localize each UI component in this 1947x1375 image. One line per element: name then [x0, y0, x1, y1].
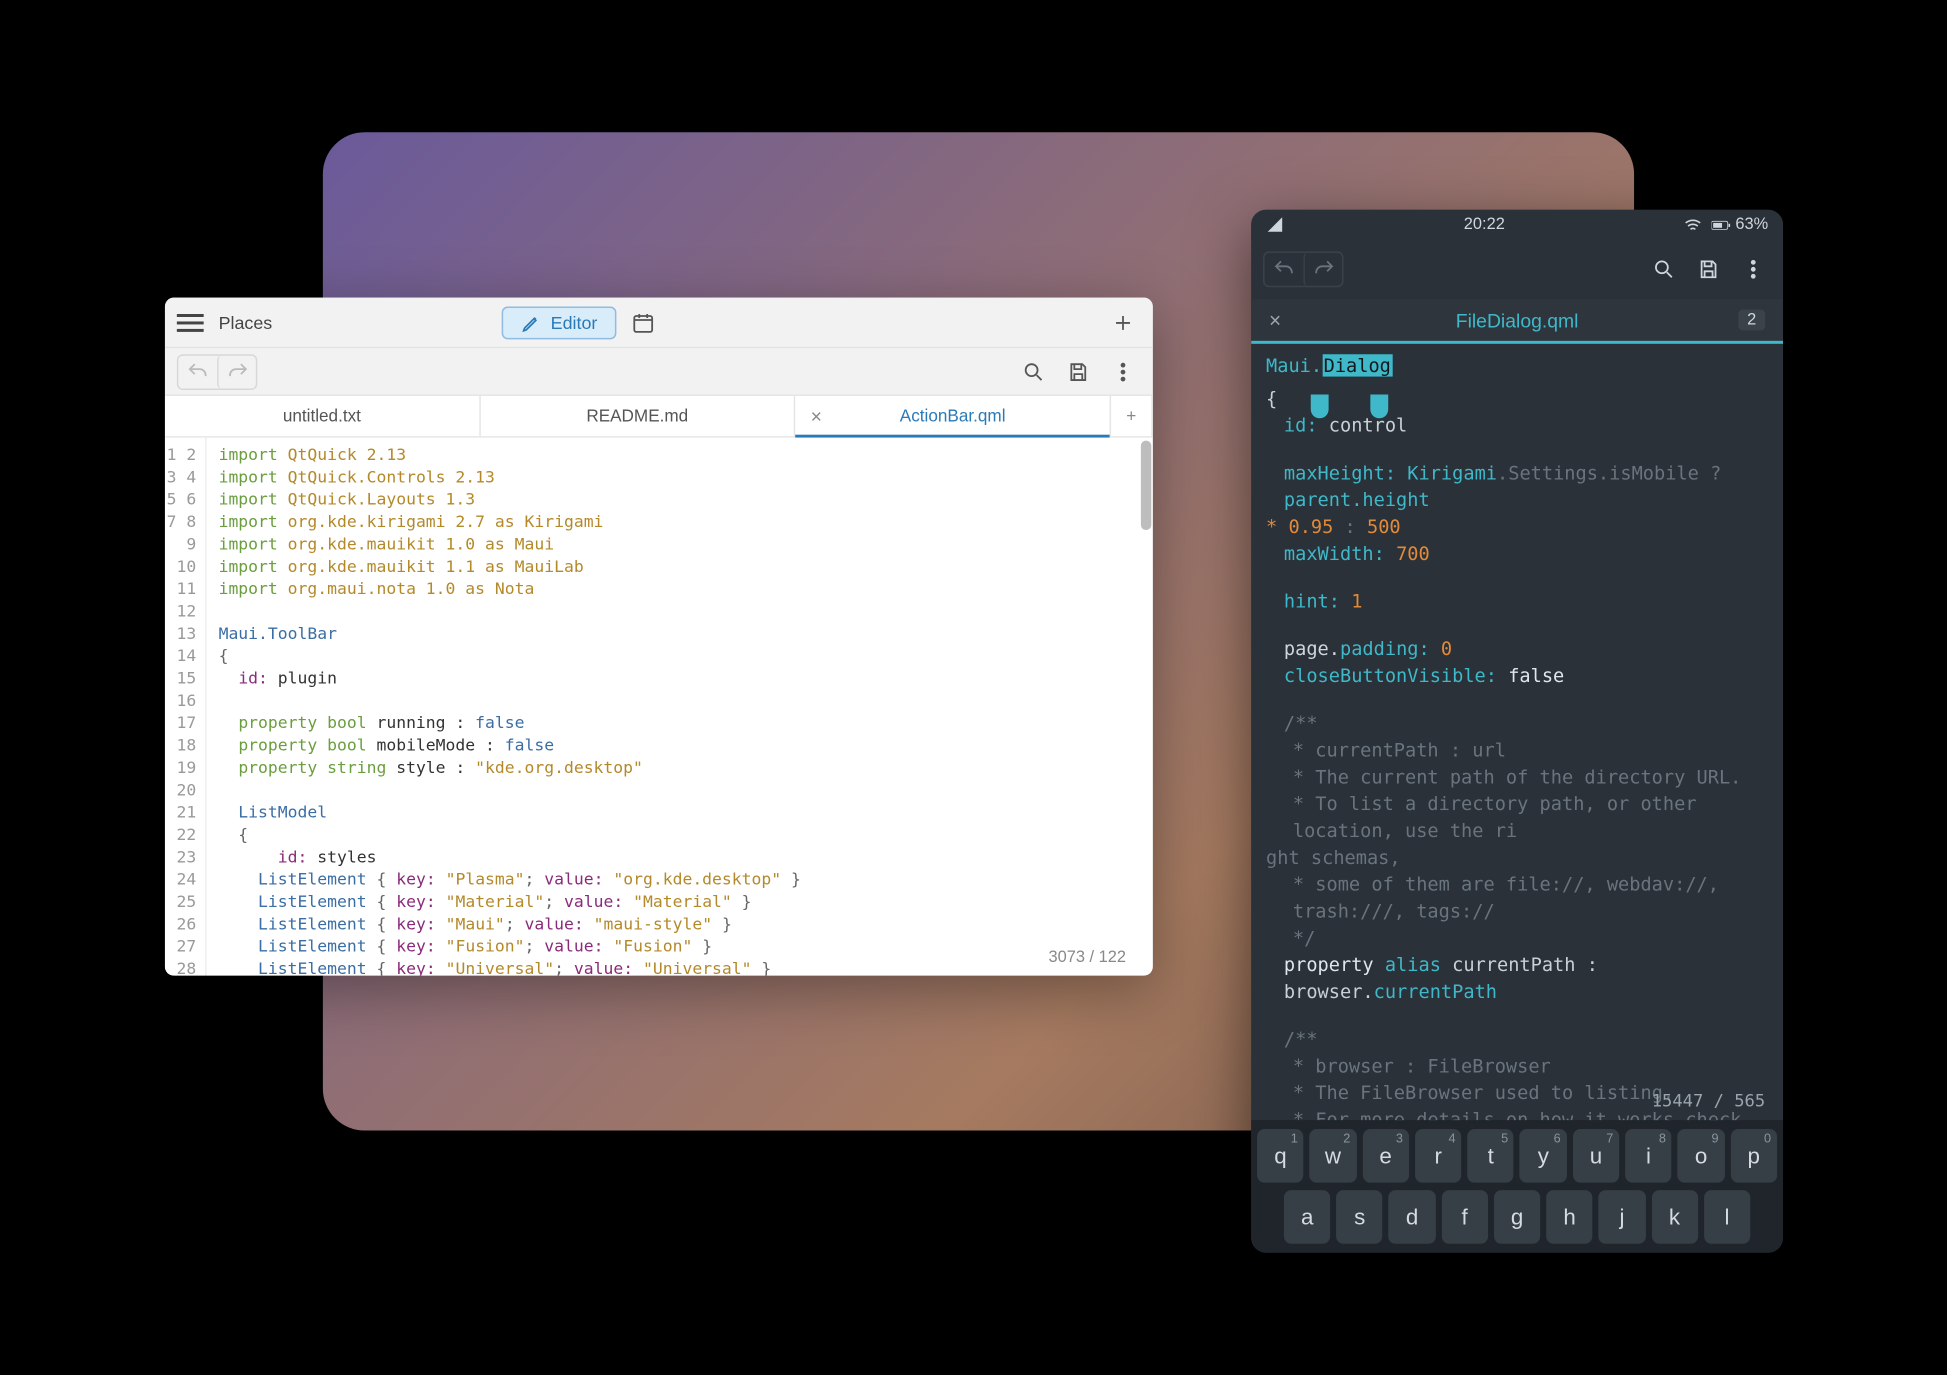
undo-redo-group: [1263, 251, 1343, 287]
tab-readme[interactable]: README.md: [480, 395, 795, 435]
status-bar: 20:22 63%: [1251, 209, 1783, 239]
virtual-keyboard: 1q2w3e4r5t6y7u8i9o0p asdfghjkl: [1251, 1120, 1783, 1253]
tabs-row: untitled.txt README.md × ActionBar.qml +: [164, 395, 1152, 437]
editor-mode-button[interactable]: Editor: [501, 305, 616, 338]
close-tab-icon[interactable]: ×: [810, 404, 821, 426]
editor-mode-label: Editor: [550, 311, 597, 332]
cursor-position: 3073 / 122: [1048, 948, 1125, 966]
undo-redo-group: [176, 353, 256, 389]
key-k[interactable]: k: [1651, 1190, 1698, 1244]
mobile-code-editor[interactable]: Maui.Dialog { id: control maxHeight: Kir…: [1251, 343, 1783, 1119]
pencil-icon: [520, 311, 541, 332]
selection-handle-right[interactable]: [1370, 394, 1388, 418]
key-d[interactable]: d: [1388, 1190, 1435, 1244]
header-bar: Places Editor: [164, 297, 1152, 348]
tab-title: FileDialog.qml: [1455, 308, 1578, 330]
code-content[interactable]: import QtQuick 2.13 import QtQuick.Contr…: [206, 437, 1152, 975]
battery-indicator: 63%: [1711, 214, 1768, 233]
key-r[interactable]: 4r: [1414, 1129, 1461, 1183]
save-button[interactable]: [1690, 251, 1726, 287]
wifi-icon: [1683, 214, 1702, 233]
key-u[interactable]: 7u: [1572, 1129, 1619, 1183]
search-button[interactable]: [1645, 251, 1681, 287]
key-a[interactable]: a: [1283, 1190, 1330, 1244]
tab-untitled[interactable]: untitled.txt: [164, 395, 479, 435]
tab-count-badge: 2: [1738, 309, 1765, 330]
clock: 20:22: [1463, 215, 1504, 233]
key-s[interactable]: s: [1336, 1190, 1383, 1244]
overflow-menu-button[interactable]: [1735, 251, 1771, 287]
key-w[interactable]: 2w: [1309, 1129, 1356, 1183]
key-y[interactable]: 6y: [1520, 1129, 1567, 1183]
key-f[interactable]: f: [1441, 1190, 1488, 1244]
signal-icon: [1266, 214, 1285, 233]
save-button[interactable]: [1060, 353, 1096, 389]
text-selection: Dialog: [1322, 354, 1392, 376]
key-h[interactable]: h: [1546, 1190, 1593, 1244]
redo-button[interactable]: [217, 354, 256, 387]
search-button[interactable]: [1015, 353, 1051, 389]
new-window-button[interactable]: [1105, 304, 1141, 340]
undo-button[interactable]: [1264, 252, 1303, 285]
vertical-scrollbar[interactable]: [1139, 437, 1152, 975]
desktop-editor-window: Places Editor: [164, 297, 1152, 975]
selection-handle-left[interactable]: [1310, 394, 1328, 418]
mobile-tab[interactable]: × FileDialog.qml 2: [1251, 299, 1783, 344]
redo-button[interactable]: [1303, 252, 1342, 285]
undo-button[interactable]: [178, 354, 217, 387]
key-t[interactable]: 5t: [1467, 1129, 1514, 1183]
add-tab-button[interactable]: +: [1111, 395, 1153, 435]
tab-actionbar[interactable]: × ActionBar.qml: [795, 395, 1110, 435]
key-e[interactable]: 3e: [1362, 1129, 1409, 1183]
key-o[interactable]: 9o: [1677, 1129, 1724, 1183]
mobile-editor-window: 20:22 63% × FileDialog.qml 2 Maui.Dialog…: [1251, 209, 1783, 1252]
cursor-position: 15447 / 565: [1651, 1087, 1764, 1114]
key-i[interactable]: 8i: [1625, 1129, 1672, 1183]
key-g[interactable]: g: [1493, 1190, 1540, 1244]
code-editor[interactable]: 1 2 3 4 5 6 7 8 9 10 11 12 13 14 15 16 1…: [164, 437, 1152, 975]
key-j[interactable]: j: [1598, 1190, 1645, 1244]
close-tab-icon[interactable]: ×: [1269, 308, 1281, 332]
mobile-toolbar: [1251, 239, 1783, 299]
calendar-icon[interactable]: [625, 304, 661, 340]
key-q[interactable]: 1q: [1257, 1129, 1304, 1183]
overflow-menu-button[interactable]: [1105, 353, 1141, 389]
scrollbar-thumb[interactable]: [1140, 440, 1150, 529]
key-l[interactable]: l: [1703, 1190, 1750, 1244]
line-gutter: 1 2 3 4 5 6 7 8 9 10 11 12 13 14 15 16 1…: [164, 437, 206, 975]
key-p[interactable]: 0p: [1730, 1129, 1777, 1183]
places-label: Places: [218, 311, 272, 332]
toolbar: [164, 348, 1152, 396]
hamburger-menu-icon[interactable]: [176, 313, 203, 331]
